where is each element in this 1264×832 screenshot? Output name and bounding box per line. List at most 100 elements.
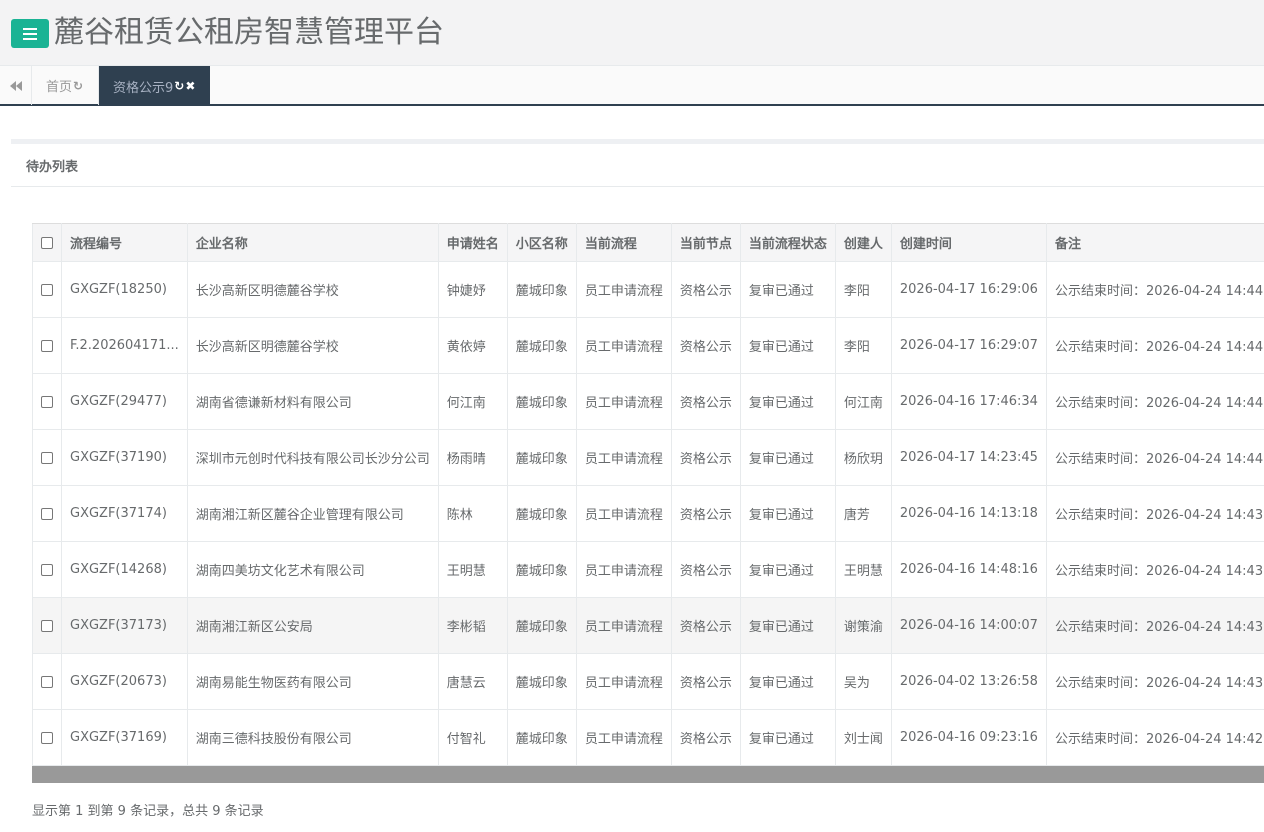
row-select-cell <box>32 373 62 430</box>
tab-home[interactable]: 首页 ↻ <box>32 66 99 105</box>
table-cell: GXGZF(37190) <box>61 429 188 486</box>
table-cell: 湖南三德科技股份有限公司 <box>186 709 439 766</box>
table-cell: 长沙高新区明德麓谷学校 <box>186 317 439 374</box>
table-row[interactable]: GXGZF(37174) 湖南湘江新区麓谷企业管理有限公司 陈林 麓城印象 员工申请流程… <box>32 485 1264 542</box>
table-cell: 麓城印象 <box>506 261 577 318</box>
table-row[interactable]: GXGZF(29477) 湖南省德谦新材料有限公司 何江南 麓城印象 员工申请流程 资格公… <box>32 373 1264 430</box>
tab-qualification-notice[interactable]: 资格公示9 ↻ ✖ <box>99 66 210 106</box>
table-cell: 员工申请流程 <box>575 541 672 598</box>
tab-home-label: 首页 <box>46 80 73 95</box>
table-cell: 湖南易能生物医药有限公司 <box>186 653 439 710</box>
row-checkbox[interactable] <box>41 451 53 464</box>
column-header[interactable]: 企业名称 <box>186 223 439 262</box>
table-cell: 麓城印象 <box>506 541 577 598</box>
row-checkbox[interactable] <box>41 283 53 296</box>
horizontal-scrollbar[interactable] <box>32 766 1264 783</box>
table-row[interactable]: GXGZF(37190) 深圳市元创时代科技有限公司长沙分公司 杨雨晴 麓城印象 员工申… <box>32 429 1264 486</box>
table-cell: 黄依婷 <box>437 317 508 374</box>
main-content: 待办列表 流程编号 企业名称 申请姓名 小区名称 当前流程 当前节点 当前流程状态 创建人 创建… <box>11 106 1264 832</box>
column-header[interactable]: 备注 <box>1045 223 1264 262</box>
table-cell: 资格公示 <box>670 709 741 766</box>
table-cell: 付智礼 <box>437 709 508 766</box>
row-select-cell <box>32 597 62 654</box>
app-title: 麓谷租赁公租房智慧管理平台 <box>54 15 444 50</box>
column-header[interactable]: 小区名称 <box>506 223 577 262</box>
table-cell: GXGZF(14268) <box>61 541 188 598</box>
table-cell: 公示结束时间：2026-04-24 14:42:47 <box>1045 709 1264 766</box>
table-cell: 资格公示 <box>670 597 741 654</box>
table-cell: 资格公示 <box>670 429 741 486</box>
hamburger-icon <box>23 27 37 40</box>
column-header[interactable]: 当前流程状态 <box>739 223 836 262</box>
row-checkbox[interactable] <box>41 619 53 632</box>
table-cell: 李阳 <box>834 261 892 318</box>
row-select-cell <box>32 653 62 710</box>
column-header[interactable]: 流程编号 <box>61 223 188 262</box>
table-cell: 员工申请流程 <box>575 485 672 542</box>
table-cell: 湖南省德谦新材料有限公司 <box>186 373 439 430</box>
table-cell: 公示结束时间：2026-04-24 14:44:59 <box>1045 261 1264 318</box>
table-cell: 湖南湘江新区公安局 <box>186 597 439 654</box>
row-select-cell <box>32 429 62 486</box>
table-cell: 唐芳 <box>834 485 892 542</box>
column-header[interactable]: 申请姓名 <box>437 223 508 262</box>
table-row[interactable]: GXGZF(14268) 湖南四美坊文化艺术有限公司 王明慧 麓城印象 员工申请流程 资格… <box>32 541 1264 598</box>
close-icon[interactable]: ✖ <box>185 79 195 93</box>
row-checkbox[interactable] <box>41 507 53 520</box>
refresh-icon[interactable]: ↻ <box>73 79 83 93</box>
menu-toggle-button[interactable] <box>11 19 49 48</box>
table-cell: 资格公示 <box>670 485 741 542</box>
table-cell: 员工申请流程 <box>575 653 672 710</box>
table-cell: 刘士闻 <box>834 709 892 766</box>
table-row[interactable]: GXGZF(20673) 湖南易能生物医药有限公司 唐慧云 麓城印象 员工申请流程 资格公… <box>32 653 1264 710</box>
column-header[interactable]: 当前节点 <box>670 223 741 262</box>
row-checkbox[interactable] <box>41 731 53 744</box>
table-cell: 复审已通过 <box>739 541 836 598</box>
row-checkbox[interactable] <box>41 675 53 688</box>
refresh-icon[interactable]: ↻ <box>174 79 184 93</box>
table-cell: 公示结束时间：2026-04-24 14:43:50 <box>1045 485 1264 542</box>
table-cell: 资格公示 <box>670 261 741 318</box>
table-cell: 麓城印象 <box>506 373 577 430</box>
table-cell: 李阳 <box>834 317 892 374</box>
column-header[interactable]: 当前流程 <box>575 223 672 262</box>
table-cell: 2026-04-17 16:29:06 <box>890 261 1047 318</box>
row-select-cell <box>32 261 62 318</box>
table-cell: 员工申请流程 <box>575 429 672 486</box>
table-cell: GXGZF(37169) <box>61 709 188 766</box>
table-cell: 资格公示 <box>670 317 741 374</box>
table-cell: 杨欣玥 <box>834 429 892 486</box>
table-cell: 麓城印象 <box>506 317 577 374</box>
table-row[interactable]: F.2.202604171... 长沙高新区明德麓谷学校 黄依婷 麓城印象 员工申请流程… <box>32 317 1264 374</box>
table-row[interactable]: GXGZF(37169) 湖南三德科技股份有限公司 付智礼 麓城印象 员工申请流程 资格公… <box>32 709 1264 766</box>
top-header: 麓谷租赁公租房智慧管理平台 <box>0 0 1264 65</box>
table-cell: 复审已通过 <box>739 429 836 486</box>
table-cell: 湖南湘江新区麓谷企业管理有限公司 <box>186 485 439 542</box>
table-cell: 资格公示 <box>670 541 741 598</box>
table-cell: 麓城印象 <box>506 485 577 542</box>
table-cell: 员工申请流程 <box>575 709 672 766</box>
column-header[interactable]: 创建人 <box>834 223 892 262</box>
todo-table: 流程编号 企业名称 申请姓名 小区名称 当前流程 当前节点 当前流程状态 创建人 创建时间 备注 … <box>32 223 1264 766</box>
table-cell: 复审已通过 <box>739 317 836 374</box>
table-cell: 2026-04-16 17:46:34 <box>890 373 1047 430</box>
tab-scroll-left-button[interactable] <box>0 66 32 105</box>
table-cell: 公示结束时间：2026-04-24 14:43:20 <box>1045 597 1264 654</box>
table-cell: GXGZF(37174) <box>61 485 188 542</box>
row-checkbox[interactable] <box>41 395 53 408</box>
row-checkbox[interactable] <box>41 563 53 576</box>
row-checkbox[interactable] <box>41 339 53 352</box>
table-cell: 公示结束时间：2026-04-24 14:44:05 <box>1045 429 1264 486</box>
table-cell: 2026-04-16 09:23:16 <box>890 709 1047 766</box>
table-cell: 深圳市元创时代科技有限公司长沙分公司 <box>186 429 439 486</box>
row-select-cell <box>32 709 62 766</box>
table-cell: 员工申请流程 <box>575 597 672 654</box>
column-header[interactable]: 创建时间 <box>890 223 1047 262</box>
table-cell: 复审已通过 <box>739 261 836 318</box>
table-row[interactable]: GXGZF(37173) 湖南湘江新区公安局 李彬韬 麓城印象 员工申请流程 资格公示 复审… <box>32 597 1264 654</box>
table-row[interactable]: GXGZF(18250) 长沙高新区明德麓谷学校 钟婕妤 麓城印象 员工申请流程 资格公示… <box>32 261 1264 318</box>
table-cell: 何江南 <box>437 373 508 430</box>
select-all-checkbox[interactable] <box>41 236 53 249</box>
table-cell: 谢策渝 <box>834 597 892 654</box>
table-header-row: 流程编号 企业名称 申请姓名 小区名称 当前流程 当前节点 当前流程状态 创建人 创建时间 备注 <box>32 223 1264 262</box>
